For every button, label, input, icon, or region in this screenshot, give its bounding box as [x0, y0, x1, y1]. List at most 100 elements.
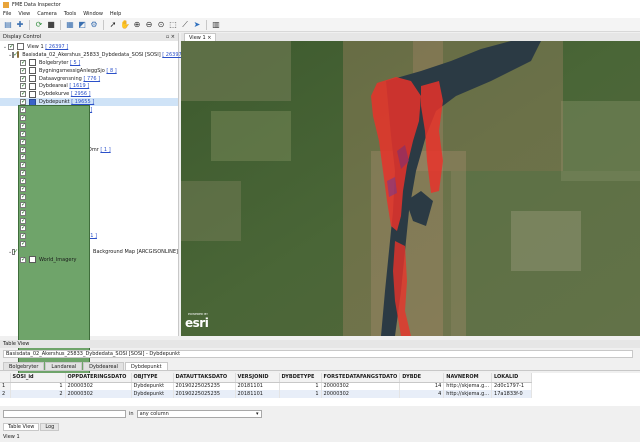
column-header-lokalid[interactable]: LOKALID: [491, 373, 533, 383]
measure-icon[interactable]: ⟋: [180, 20, 190, 30]
cell-versjonid[interactable]: 20181101: [235, 390, 280, 398]
table-icon[interactable]: ▦: [65, 20, 75, 30]
menu-file[interactable]: File: [3, 11, 11, 17]
column-header-navnerom[interactable]: NAVNEROM: [443, 373, 493, 383]
layer-checkbox[interactable]: [20, 138, 26, 145]
column-header-sosi-id[interactable]: SOSI_id: [10, 373, 66, 383]
layer-checkbox[interactable]: [20, 114, 26, 121]
column-header-forstedatafangstdato[interactable]: FORSTEDATAFANGSTDATO: [321, 373, 401, 383]
layer-item[interactable]: Dybdekurve [ 2956 ]: [0, 90, 178, 98]
refresh-icon[interactable]: ⟳: [34, 20, 44, 30]
cell-datauttaksdato[interactable]: 20190225025235: [173, 382, 236, 390]
grid-icon[interactable]: ▥: [211, 20, 221, 30]
view-count[interactable]: [ 26397 ]: [45, 44, 68, 50]
cell-lokalid[interactable]: 17a1833f-0: [491, 390, 533, 398]
tab-view-1[interactable]: View 1 ×: [184, 33, 217, 41]
world-imagery-checkbox[interactable]: [20, 256, 26, 263]
layer-checkbox[interactable]: [20, 82, 26, 90]
tab-table-view[interactable]: Table View: [3, 422, 40, 431]
tab-close-icon[interactable]: ×: [207, 35, 211, 41]
tab-bolgebryter[interactable]: Bolgebryter: [3, 362, 45, 370]
cell-sosi-id[interactable]: 1: [10, 382, 66, 390]
layer-checkbox[interactable]: [20, 122, 26, 129]
pan-icon[interactable]: ✋: [120, 20, 130, 30]
table-row[interactable]: 2 2 20000302 Dybdepunkt 20190225025235 2…: [0, 390, 533, 398]
cell-dybde[interactable]: 4: [399, 390, 445, 398]
layer-count[interactable]: [ 2956 ]: [71, 91, 91, 97]
layer-checkbox[interactable]: [20, 146, 26, 153]
layer-item[interactable]: Dataavgrensning [ 776 ]: [0, 75, 178, 83]
cell-oppdateringsdato[interactable]: 20000302: [65, 382, 132, 390]
layer-count[interactable]: [ 776 ]: [83, 76, 100, 82]
layer-checkbox[interactable]: [20, 240, 26, 248]
layer-checkbox[interactable]: [20, 193, 26, 200]
layer-checkbox[interactable]: [20, 169, 26, 177]
view-checkbox[interactable]: [8, 43, 14, 50]
menu-tools[interactable]: Tools: [64, 11, 76, 17]
column-header-dybde[interactable]: DYBDE: [399, 373, 445, 383]
column-header-versjonid[interactable]: VERSJONID: [235, 373, 280, 383]
layer-checkbox[interactable]: [20, 90, 26, 98]
zoom-extents-icon[interactable]: ⊙: [156, 20, 166, 30]
layer-item[interactable]: Bolgebryter [ 5 ]: [0, 59, 178, 67]
layer-checkbox[interactable]: [20, 217, 26, 224]
layer-checkbox[interactable]: [20, 201, 26, 208]
menu-help[interactable]: Help: [110, 11, 121, 17]
stop-icon[interactable]: ■: [46, 20, 56, 30]
column-header-oppdateringsdato[interactable]: OPPDATERINGSDATO: [65, 373, 132, 383]
tree-node-view[interactable]: ⌄ View 1 [ 26397 ]: [0, 43, 178, 51]
filter-input[interactable]: [3, 409, 126, 418]
layer-count[interactable]: [ 8 ]: [106, 68, 116, 74]
layer-count[interactable]: [ 5 ]: [70, 60, 80, 66]
feature-info-icon[interactable]: ➤: [192, 20, 202, 30]
settings-icon[interactable]: ⚙: [89, 20, 99, 30]
select-icon[interactable]: ➚: [108, 20, 118, 30]
layer-checkbox[interactable]: [20, 153, 26, 161]
layer-checkbox[interactable]: [20, 67, 26, 74]
background-map-checkbox[interactable]: [12, 248, 17, 256]
map-view[interactable]: [181, 41, 640, 336]
menu-camera[interactable]: Camera: [37, 11, 57, 17]
tab-dybdepunkt[interactable]: Dybdepunkt: [124, 362, 168, 370]
layer-checkbox[interactable]: [20, 177, 26, 185]
column-header-dybdetype[interactable]: DYBDETYPE: [279, 373, 322, 383]
filter-column-select[interactable]: any column ▾: [136, 409, 262, 418]
layer-checkbox[interactable]: [20, 75, 26, 82]
cell-dybde[interactable]: 14: [399, 382, 445, 390]
column-header-objtype[interactable]: OBJTYPE: [131, 373, 174, 383]
cell-forstedatafangstdato[interactable]: 20000302: [321, 382, 401, 390]
zoom-out-icon[interactable]: ⊖: [144, 20, 154, 30]
select-area-icon[interactable]: ⬚: [168, 20, 178, 30]
layer-checkbox[interactable]: [20, 98, 26, 106]
add-dataset-icon[interactable]: ✚: [15, 20, 25, 30]
tree-node-dataset[interactable]: ⌄ Basisdata_02_Akershus_25833_Dybdedata_…: [0, 51, 185, 59]
table-row[interactable]: 1 1 20000302 Dybdepunkt 20190225025235 2…: [0, 382, 533, 390]
layer-checkbox[interactable]: [20, 161, 26, 169]
panel-close-icon[interactable]: ▫ ×: [166, 34, 175, 40]
layer-checkbox[interactable]: [20, 130, 26, 137]
cell-dybdetype[interactable]: 1: [279, 390, 322, 398]
zoom-in-icon[interactable]: ⊕: [132, 20, 142, 30]
layer-count[interactable]: [ 1619 ]: [69, 83, 89, 89]
cell-dybdetype[interactable]: 1: [279, 382, 322, 390]
column-header-datauttaksdato[interactable]: DATAUTTAKSDATO: [173, 373, 236, 383]
layer-checkbox[interactable]: [20, 106, 26, 114]
cell-oppdateringsdato[interactable]: 20000302: [65, 390, 132, 398]
layer-item[interactable]: BygningsmessigAnleggSjo [ 8 ]: [0, 67, 178, 75]
cell-datauttaksdato[interactable]: 20190225025235: [173, 390, 236, 398]
open-icon[interactable]: ▤: [3, 20, 13, 30]
layer-checkbox[interactable]: [20, 209, 26, 216]
layer-checkbox[interactable]: [20, 224, 26, 232]
menu-view[interactable]: View: [18, 11, 30, 17]
cell-versjonid[interactable]: 20181101: [235, 382, 280, 390]
cell-objtype[interactable]: Dybdepunkt: [131, 390, 174, 398]
cell-navnerom[interactable]: http://skjema.g...: [443, 390, 493, 398]
layer-checkbox[interactable]: [20, 59, 26, 66]
tree-node-background-map[interactable]: ⌄ Background Map [ARCGISONLINE]: [0, 104, 178, 400]
cell-sosi-id[interactable]: 2: [10, 390, 66, 398]
menu-window[interactable]: Window: [83, 11, 103, 17]
layer-count[interactable]: [ 1 ]: [100, 147, 110, 153]
layer-checkbox[interactable]: [20, 232, 26, 240]
cell-forstedatafangstdato[interactable]: 20000302: [321, 390, 401, 398]
dataset-checkbox[interactable]: [12, 51, 18, 58]
